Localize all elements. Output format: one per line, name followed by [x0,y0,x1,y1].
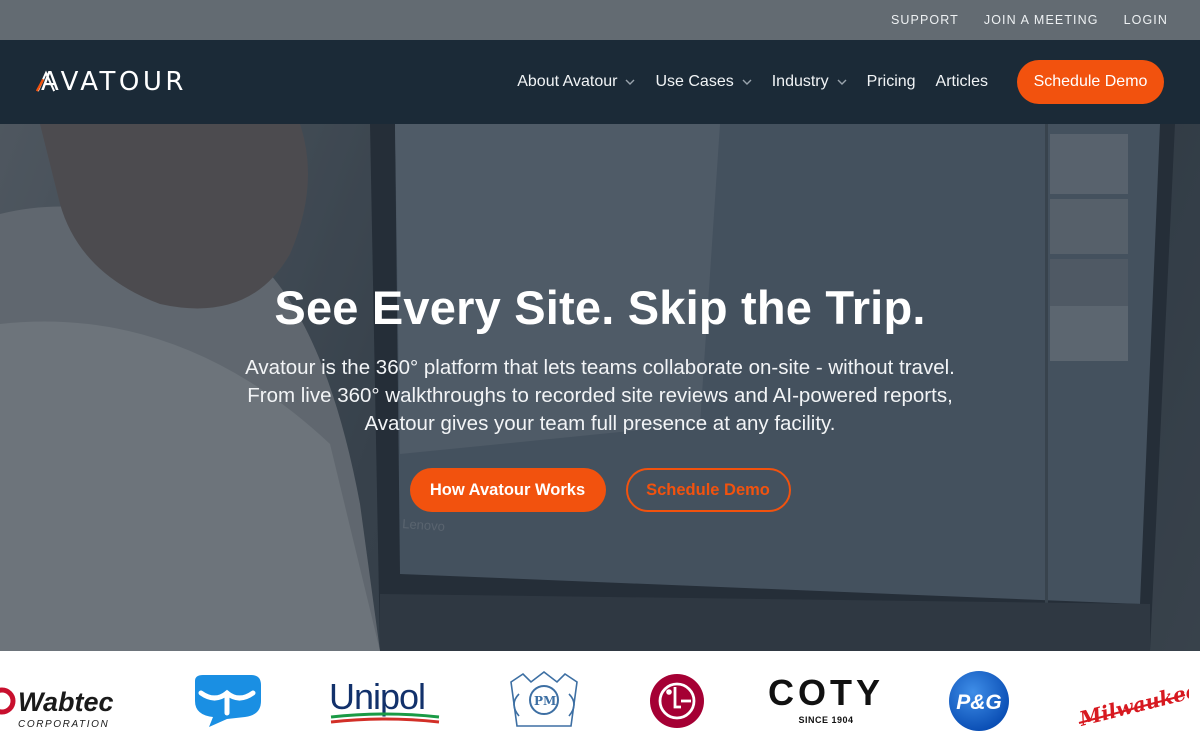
login-link[interactable]: LOGIN [1124,13,1168,27]
logo-wordmark: COTY [768,673,884,713]
logo-wordmark: AVATOUR [41,67,187,97]
nav-item-articles[interactable]: Articles [936,73,988,91]
support-link[interactable]: SUPPORT [891,13,959,27]
hero-subtitle-line: From live 360° walkthroughs to recorded … [247,384,953,407]
avatour-logo[interactable]: AVATOUR [36,66,187,98]
utility-bar: SUPPORT JOIN A MEETING LOGIN [0,0,1200,40]
logo-wordmark: P&G [956,691,1002,714]
hero-subtitle-line: Avatour is the 360° platform that lets t… [245,356,955,379]
main-navigation: AVATOUR About Avatour Use Cases Industry… [0,40,1200,124]
hero-title: See Every Site. Skip the Trip. [274,281,926,334]
logo-wordmark: PM [534,694,556,708]
chevron-down-icon [625,77,635,87]
nav-item-pricing[interactable]: Pricing [867,73,916,91]
chevron-down-icon [837,77,847,87]
chevron-down-icon [742,77,752,87]
nav-menu: About Avatour Use Cases Industry Pricing… [497,40,988,124]
client-logos-strip: Wabtec CORPORATION Unipol PM COTY SINCE … [0,651,1200,750]
logo-wordmark: Unipol [329,676,425,717]
join-meeting-link[interactable]: JOIN A MEETING [984,13,1099,27]
logo-wordmark: Milwaukee [1076,678,1189,729]
nav-item-label: Industry [771,73,829,90]
hero-subtitle: Avatour is the 360° platform that lets t… [200,354,1000,438]
nav-item-about-avatour[interactable]: About Avatour [517,73,635,91]
blue-brand-logo [188,651,266,750]
milwaukee-logo: Milwaukee [1074,651,1190,750]
nav-item-use-cases[interactable]: Use Cases [655,73,752,91]
nav-item-label: Pricing [866,73,916,90]
hero-section: Lenovo See Every Site. Skip the Trip. Av… [0,124,1200,651]
utility-links: SUPPORT JOIN A MEETING LOGIN [891,0,1168,40]
logo-tagline: CORPORATION [18,719,109,730]
coty-logo: COTY SINCE 1904 [766,651,886,750]
unipol-logo: Unipol [326,651,444,750]
logo-wordmark: Wabtec [18,687,114,717]
pg-logo: P&G [946,651,1012,750]
schedule-demo-nav-button[interactable]: Schedule Demo [1017,60,1164,104]
nav-item-label: Articles [935,73,988,90]
wabtec-logo: Wabtec CORPORATION [0,651,130,750]
logo-tagline: SINCE 1904 [798,715,853,725]
hero-buttons: How Avatour Works Schedule Demo [0,468,1200,512]
how-avatour-works-button[interactable]: How Avatour Works [409,468,606,512]
nav-item-label: Use Cases [655,73,734,90]
schedule-demo-hero-button[interactable]: Schedule Demo [625,468,791,512]
logo-a-mark-icon [36,70,56,92]
philip-morris-logo: PM [500,651,588,750]
nav-item-industry[interactable]: Industry [772,73,847,91]
lg-logo [648,651,706,750]
hero-subtitle-line: Avatour gives your team full presence at… [364,412,836,435]
nav-item-label: About Avatour [517,73,618,90]
